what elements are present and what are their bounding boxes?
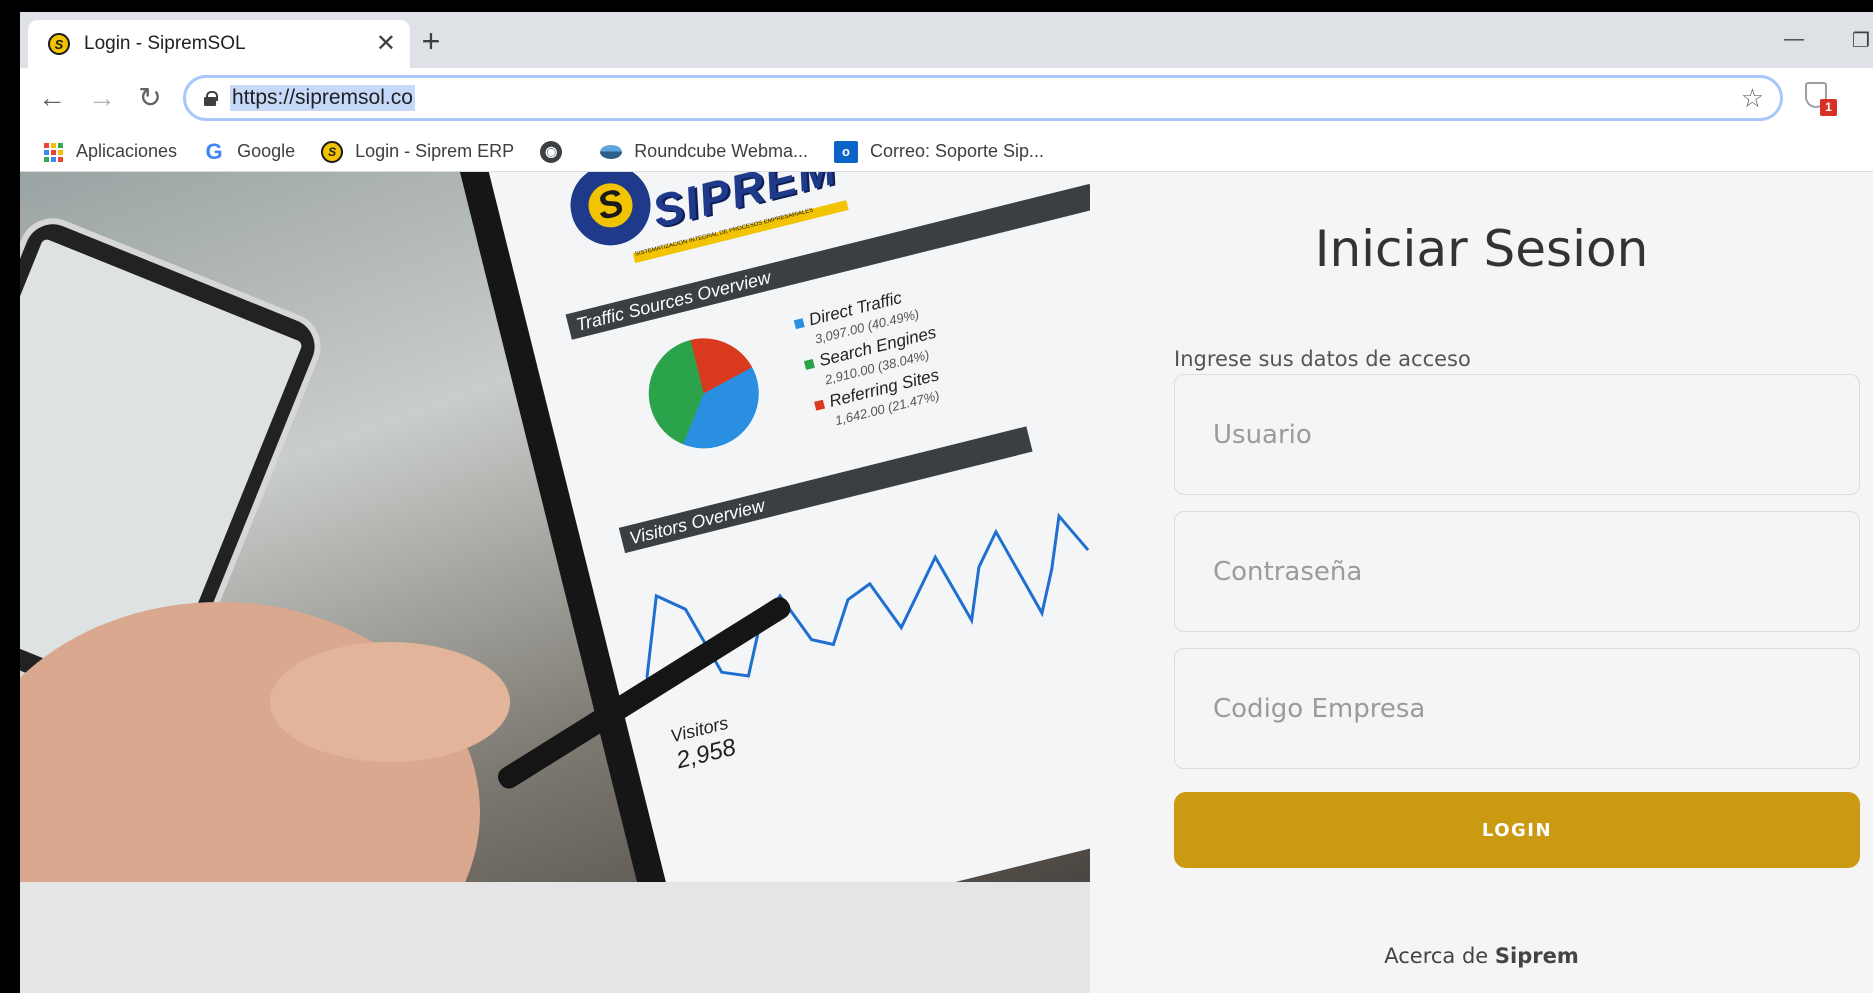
login-subtitle: Ingrese sus datos de acceso: [1174, 347, 1471, 371]
extension-shield-icon[interactable]: 1: [1805, 82, 1837, 116]
globe-icon: ◉: [540, 140, 563, 163]
login-title: Iniciar Sesion: [1314, 220, 1649, 278]
username-input[interactable]: [1174, 374, 1860, 495]
url-text[interactable]: https://sipremsol.co: [230, 85, 415, 111]
about-link[interactable]: Acerca de Siprem: [1090, 944, 1873, 968]
forward-arrow-icon[interactable]: →: [84, 80, 120, 116]
close-icon[interactable]: ✕: [376, 32, 396, 56]
browser-window: S Login - SipremSOL ✕ + — ❐ ← → ↻ https:…: [20, 12, 1873, 993]
bookmark-label: Correo: Soporte Sip...: [869, 141, 1045, 161]
minimize-icon[interactable]: —: [1784, 28, 1804, 51]
address-bar[interactable]: https://sipremsol.co ☆: [183, 75, 1783, 121]
finger-image: [270, 642, 510, 762]
roundcube-icon: [600, 141, 623, 163]
google-icon: G: [205, 138, 223, 164]
bookmark-label: Roundcube Webma...: [634, 141, 808, 161]
traffic-pie-chart: [637, 326, 771, 461]
about-prefix: Acerca de: [1384, 944, 1495, 968]
browser-tab[interactable]: S Login - SipremSOL ✕: [28, 20, 410, 68]
outlook-icon: o: [833, 140, 858, 163]
bookmark-label: Google: [237, 141, 296, 161]
hero-below-area: [20, 882, 1090, 993]
tab-strip: S Login - SipremSOL ✕ + — ❐: [20, 12, 1873, 68]
siprem-logo-icon: S: [562, 172, 660, 254]
bookmark-aplicaciones[interactable]: Aplicaciones: [42, 141, 177, 163]
reload-icon[interactable]: ↻: [132, 80, 168, 116]
back-arrow-icon[interactable]: ←: [34, 80, 70, 116]
about-brand: Siprem: [1494, 944, 1579, 968]
bookmark-star-icon[interactable]: ☆: [1741, 83, 1764, 114]
browser-toolbar: ← → ↻ https://sipremsol.co ☆ 1: [20, 68, 1873, 132]
password-input[interactable]: [1174, 511, 1860, 632]
bookmark-roundcube[interactable]: Roundcube Webma...: [600, 141, 808, 163]
hero-image: S SIPREM SISTEMATIZACIÓN INTEGRAL DE PRO…: [20, 172, 1090, 882]
restore-icon[interactable]: ❐: [1852, 28, 1870, 53]
bookmarks-bar: Aplicaciones G Google S Login - Siprem E…: [20, 132, 1873, 172]
siprem-favicon-icon: S: [48, 33, 70, 55]
bookmark-google[interactable]: G Google: [203, 138, 296, 164]
plus-icon[interactable]: +: [415, 25, 447, 58]
company-code-input[interactable]: [1174, 648, 1860, 769]
bookmark-login-siprem[interactable]: S Login - Siprem ERP: [321, 140, 515, 163]
bookmark-globe[interactable]: ◉: [540, 140, 574, 163]
tab-title: Login - SipremSOL: [84, 33, 246, 54]
siprem-icon: S: [321, 140, 344, 163]
login-button[interactable]: LOGIN: [1174, 792, 1860, 868]
login-panel: Iniciar Sesion Ingrese sus datos de acce…: [1090, 172, 1873, 993]
lock-icon[interactable]: [204, 91, 218, 106]
page-content: S SIPREM SISTEMATIZACIÓN INTEGRAL DE PRO…: [20, 172, 1873, 993]
bookmark-label: Login - Siprem ERP: [355, 141, 515, 161]
bookmark-label: Aplicaciones: [76, 141, 178, 161]
apps-grid-icon: [42, 141, 64, 163]
extension-badge: 1: [1820, 99, 1837, 116]
bookmark-correo[interactable]: o Correo: Soporte Sip...: [833, 140, 1045, 163]
